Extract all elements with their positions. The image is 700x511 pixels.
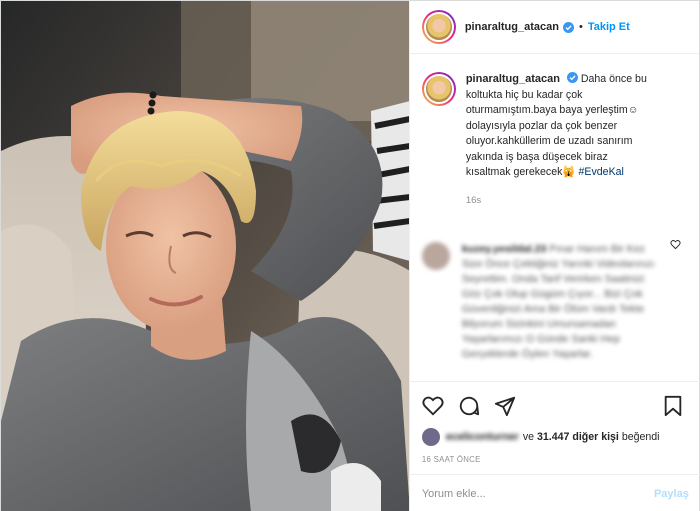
likes-summary: eceliconturner ve 31.447 diğer kişi beğe… — [421, 428, 689, 446]
verified-badge-icon — [566, 72, 578, 83]
post-actions: eceliconturner ve 31.447 diğer kişi beğe… — [409, 381, 700, 464]
comment-text: Pınar Hanım Bir Kez Size Önce Çektiğiniz… — [461, 243, 655, 360]
likes-joiner: ve — [522, 431, 535, 443]
add-comment-bar: Paylaş — [409, 474, 700, 511]
post-comment-button[interactable]: Paylaş — [654, 488, 689, 500]
caption-time: 16s — [465, 194, 482, 206]
header-separator: • — [578, 21, 583, 33]
caption-avatar[interactable] — [421, 72, 456, 106]
commenter-username[interactable]: kuzey.yesildal.23 — [462, 243, 546, 255]
likes-suffix: beğendi — [621, 431, 660, 443]
caption-line: Daha önce bu — [580, 73, 647, 85]
caption-line: kısaltmak gerekecek🙀 — [465, 166, 576, 178]
comment-bubble-icon[interactable] — [458, 395, 480, 417]
post-photo[interactable] — [1, 1, 409, 511]
liker-username[interactable]: eceliconturner — [446, 431, 519, 443]
comment-like-heart-icon[interactable] — [670, 239, 681, 250]
comment-input[interactable] — [421, 487, 654, 500]
comment-body: kuzey.yesildal.23 Pınar Hanım Bir Kez Si… — [462, 242, 662, 362]
comment-item: kuzey.yesildal.23 Pınar Hanım Bir Kez Si… — [410, 208, 699, 362]
post-timestamp[interactable]: 16 SAAT ÖNCE — [422, 455, 689, 464]
caption: pinaraltug_atacan Daha önce bu koltukta … — [410, 54, 699, 208]
save-bookmark-icon[interactable] — [663, 395, 683, 417]
caption-line: oluyor.kahküllerim de uzadı sanırım — [465, 135, 633, 147]
verified-badge-icon — [562, 21, 574, 33]
hashtag-link[interactable]: #EvdeKal — [579, 166, 624, 178]
instagram-post: pinaraltug_atacan • Takip Et pinaraltug_… — [0, 0, 700, 511]
post-sidebar: pinaraltug_atacan • Takip Et pinaraltug_… — [408, 1, 700, 511]
share-paper-plane-icon[interactable] — [494, 395, 516, 417]
caption-line: yakında iş başa düşecek biraz — [465, 150, 608, 163]
caption-username[interactable]: pinaraltug_atacan — [466, 73, 560, 85]
caption-line: dolayısıyla pozlar da çok benzer — [465, 119, 618, 132]
post-header: pinaraltug_atacan • Takip Et — [409, 1, 699, 54]
liker-avatar[interactable] — [421, 428, 440, 446]
selfie-illustration — [1, 1, 409, 511]
commenter-avatar[interactable] — [421, 242, 450, 270]
caption-line: oturmamıştım.baya baya yerleştim☺ — [465, 104, 639, 116]
caption-line: koltukta hiç bu kadar çok — [465, 88, 583, 101]
likes-count[interactable]: 31.447 diğer kişi — [537, 431, 619, 443]
caption-body: pinaraltug_atacan Daha önce bu koltukta … — [466, 72, 681, 208]
author-avatar[interactable] — [421, 10, 456, 44]
author-username[interactable]: pinaraltug_atacan — [465, 21, 559, 33]
follow-button[interactable]: Takip Et — [588, 21, 630, 33]
action-icons — [422, 394, 689, 418]
like-heart-icon[interactable] — [422, 395, 444, 417]
